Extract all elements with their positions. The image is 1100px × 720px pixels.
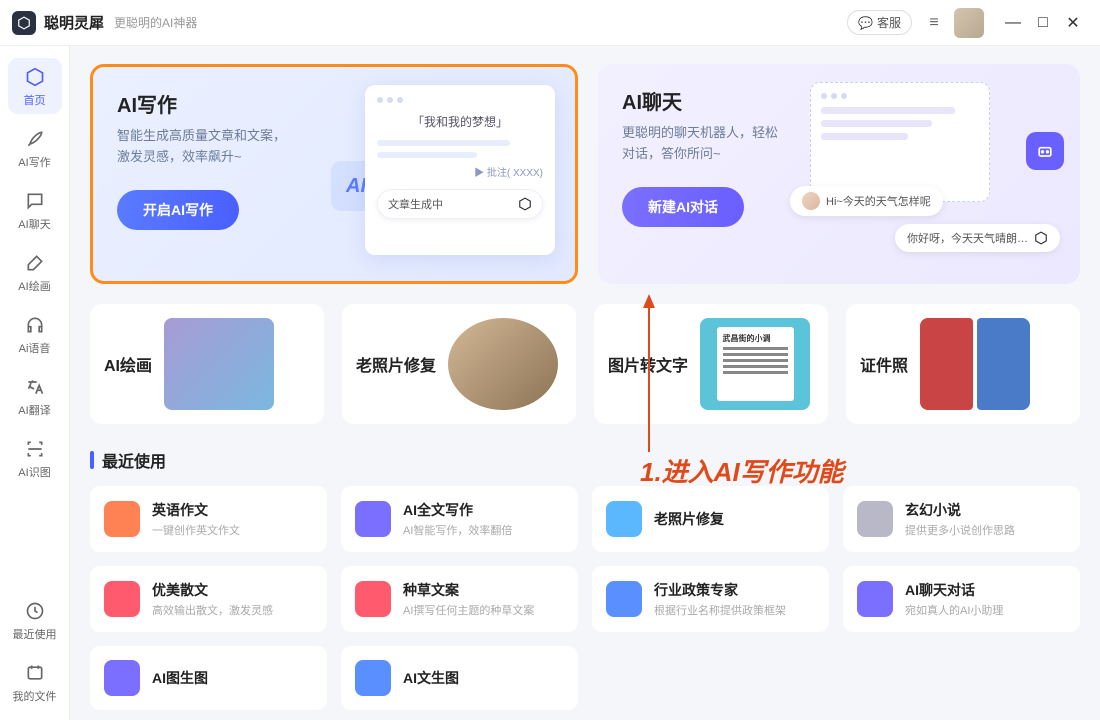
sidebar-item-recent[interactable]: 最近使用	[8, 592, 62, 648]
recent-item[interactable]: AI图生图	[90, 646, 327, 710]
minimize-button[interactable]: —	[998, 14, 1028, 32]
recent-icon	[104, 660, 140, 696]
recent-sub: 宛如真人的AI小助理	[905, 602, 1066, 618]
feather-icon	[24, 128, 46, 150]
close-button[interactable]: ✕	[1058, 13, 1088, 33]
hero-card-chat[interactable]: AI聊天 更聪明的聊天机器人，轻松 对话，答你所问~ 新建AI对话 Hi~今天的…	[598, 64, 1080, 284]
sidebar-item-voice[interactable]: Ai语音	[8, 306, 62, 362]
recent-item[interactable]: 行业政策专家 根据行业名称提供政策框架	[592, 566, 829, 632]
title-bar: 聪明灵犀 更聪明的AI神器 💬 客服 ≡ — □ ✕	[0, 0, 1100, 46]
app-name: 聪明灵犀	[44, 12, 104, 33]
recent-sub: 根据行业名称提供政策框架	[654, 602, 815, 618]
ocr-thumb: 武昌街的小调	[700, 318, 810, 410]
folder-icon	[24, 662, 46, 684]
feature-photo-restore[interactable]: 老照片修复	[342, 304, 576, 424]
start-writing-button[interactable]: 开启AI写作	[117, 190, 239, 230]
recent-title: 行业政策专家	[654, 580, 815, 600]
recent-item[interactable]: 优美散文 高效输出散文，激发灵感	[90, 566, 327, 632]
sidebar-item-chat[interactable]: AI聊天	[8, 182, 62, 238]
hamburger-menu-icon[interactable]: ≡	[922, 14, 946, 32]
recent-title: 玄幻小说	[905, 500, 1066, 520]
recent-title: AI聊天对话	[905, 580, 1066, 600]
recent-icon	[857, 501, 893, 537]
hexagon-icon	[1034, 231, 1048, 245]
translate-icon	[24, 376, 46, 398]
sidebar-item-home[interactable]: 首页	[8, 58, 62, 114]
user-avatar[interactable]	[954, 8, 984, 38]
headphone-icon	[24, 314, 46, 336]
hexagon-icon	[518, 197, 532, 211]
recent-icon	[857, 581, 893, 617]
recent-icon	[355, 660, 391, 696]
recent-sub: 一键创作英文作文	[152, 522, 313, 538]
feature-paint[interactable]: AI绘画	[90, 304, 324, 424]
recent-item[interactable]: AI文生图	[341, 646, 578, 710]
app-logo-icon	[12, 11, 36, 35]
sidebar: 首页 AI写作 AI聊天 AI绘画 Ai语音 AI翻译 AI识图 最近使用 我的…	[0, 46, 70, 720]
recent-title: AI全文写作	[403, 500, 564, 520]
customer-service-button[interactable]: 💬 客服	[847, 10, 912, 35]
recent-title: 老照片修复	[654, 509, 815, 529]
recent-item[interactable]: AI全文写作 AI智能写作，效率翻倍	[341, 486, 578, 552]
writing-preview: AI 「我和我的梦想」 ▶ 批注( XXXX) 文章生成中	[335, 85, 555, 265]
chat-preview: Hi~今天的天气怎样呢 你好呀，今天天气晴朗…	[810, 82, 1060, 262]
recent-icon	[355, 501, 391, 537]
sidebar-item-ocr[interactable]: AI识图	[8, 430, 62, 486]
sidebar-item-translate[interactable]: AI翻译	[8, 368, 62, 424]
recent-sub: 高效输出散文，激发灵感	[152, 602, 313, 618]
new-chat-button[interactable]: 新建AI对话	[622, 187, 744, 227]
recent-item[interactable]: AI聊天对话 宛如真人的AI小助理	[843, 566, 1080, 632]
recent-sub: 提供更多小说创作思路	[905, 522, 1066, 538]
hero-card-writing[interactable]: AI写作 智能生成高质量文章和文案， 激发灵感，效率飙升~ 开启AI写作 AI …	[90, 64, 578, 284]
bot-icon	[1026, 132, 1064, 170]
recent-icon	[104, 581, 140, 617]
recent-item[interactable]: 种草文案 AI撰写任何主题的种草文案	[341, 566, 578, 632]
feature-id-photo[interactable]: 证件照	[846, 304, 1080, 424]
recent-icon	[355, 581, 391, 617]
recent-title: AI图生图	[152, 668, 313, 688]
app-tagline: 更聪明的AI神器	[114, 14, 197, 31]
home-icon	[24, 66, 46, 88]
hero-chat-desc: 更聪明的聊天机器人，轻松 对话，答你所问~	[622, 123, 822, 165]
recent-title: AI文生图	[403, 668, 564, 688]
feature-ocr[interactable]: 图片转文字 武昌街的小调	[594, 304, 828, 424]
recent-icon	[606, 501, 642, 537]
recent-section-title: 最近使用	[90, 448, 1080, 472]
hero-writing-desc: 智能生成高质量文章和文案， 激发灵感，效率飙升~	[117, 126, 317, 168]
recent-title: 种草文案	[403, 580, 564, 600]
recent-title: 优美散文	[152, 580, 313, 600]
clock-icon	[24, 600, 46, 622]
chat-bubble-icon: 💬	[858, 16, 873, 30]
recent-item[interactable]: 玄幻小说 提供更多小说创作思路	[843, 486, 1080, 552]
main-content: AI写作 智能生成高质量文章和文案， 激发灵感，效率飙升~ 开启AI写作 AI …	[70, 46, 1100, 720]
sidebar-item-paint[interactable]: AI绘画	[8, 244, 62, 300]
photo-thumb	[448, 318, 558, 410]
recent-title: 英语作文	[152, 500, 313, 520]
maximize-button[interactable]: □	[1028, 14, 1058, 32]
paint-thumb	[164, 318, 274, 410]
recent-sub: AI智能写作，效率翻倍	[403, 522, 564, 538]
recent-icon	[606, 581, 642, 617]
recent-item[interactable]: 老照片修复	[592, 486, 829, 552]
sidebar-item-files[interactable]: 我的文件	[8, 654, 62, 710]
sidebar-item-writing[interactable]: AI写作	[8, 120, 62, 176]
id-thumb	[920, 318, 1030, 410]
recent-icon	[104, 501, 140, 537]
scan-icon	[24, 438, 46, 460]
chat-icon	[24, 190, 46, 212]
brush-icon	[24, 252, 46, 274]
recent-item[interactable]: 英语作文 一键创作英文作文	[90, 486, 327, 552]
recent-sub: AI撰写任何主题的种草文案	[403, 602, 564, 618]
avatar-icon	[802, 192, 820, 210]
